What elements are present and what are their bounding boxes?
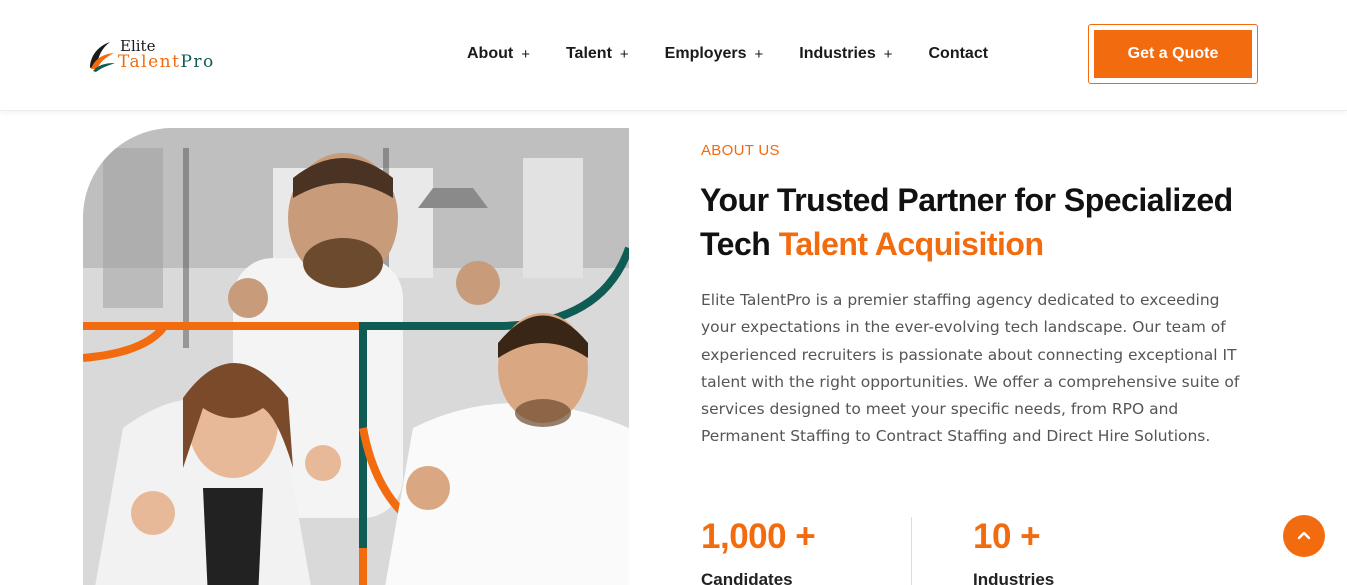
plus-icon[interactable]: + <box>754 46 763 63</box>
brand-logo[interactable]: Elite TalentPro <box>88 36 238 74</box>
nav-label: Industries <box>799 45 876 62</box>
plus-icon[interactable]: + <box>521 46 530 63</box>
site-header: Elite TalentPro About + Talent + Employe… <box>0 0 1347 111</box>
main-nav: About + Talent + Employers + Industries … <box>467 44 988 64</box>
logo-talent: Talent <box>118 52 181 72</box>
section-eyebrow: ABOUT US <box>701 142 780 159</box>
quote-button-frame: Get a Quote <box>1088 24 1258 84</box>
nav-label: Talent <box>565 45 612 62</box>
team-celebrating-image <box>83 128 629 585</box>
plus-icon[interactable]: + <box>884 46 893 63</box>
stat-label: Candidates <box>701 570 793 585</box>
logo-pro: Pro <box>180 52 215 72</box>
logo-line2: TalentPro <box>118 54 215 71</box>
hero-illustration <box>83 128 629 585</box>
nav-item-contact[interactable]: Contact <box>928 44 988 64</box>
get-a-quote-button[interactable]: Get a Quote <box>1094 30 1252 78</box>
logo-swoosh-icon <box>88 38 116 72</box>
headline-accent: Talent Acquisition <box>778 226 1044 262</box>
stat-industries: 10 + Industries <box>973 516 1054 585</box>
stat-value: 1,000 + <box>701 517 816 556</box>
plus-icon[interactable]: + <box>620 46 629 63</box>
about-headline: Your Trusted Partner for Specialized Tec… <box>700 178 1260 266</box>
nav-label: Contact <box>928 45 989 62</box>
stat-candidates: 1,000 + Candidates <box>701 516 816 585</box>
nav-label: Employers <box>664 45 747 62</box>
about-description: Elite TalentPro is a premier staffing ag… <box>701 291 1240 446</box>
scroll-to-top-button[interactable] <box>1283 515 1325 557</box>
nav-item-industries[interactable]: Industries + <box>799 44 892 64</box>
stat-label: Industries <box>973 570 1055 585</box>
nav-item-talent[interactable]: Talent + <box>566 44 629 64</box>
stat-divider <box>911 517 912 585</box>
nav-label: About <box>467 45 514 62</box>
stat-value: 10 + <box>973 517 1041 556</box>
nav-item-about[interactable]: About + <box>467 44 530 64</box>
nav-item-employers[interactable]: Employers + <box>665 44 764 64</box>
chevron-up-icon <box>1297 531 1311 540</box>
